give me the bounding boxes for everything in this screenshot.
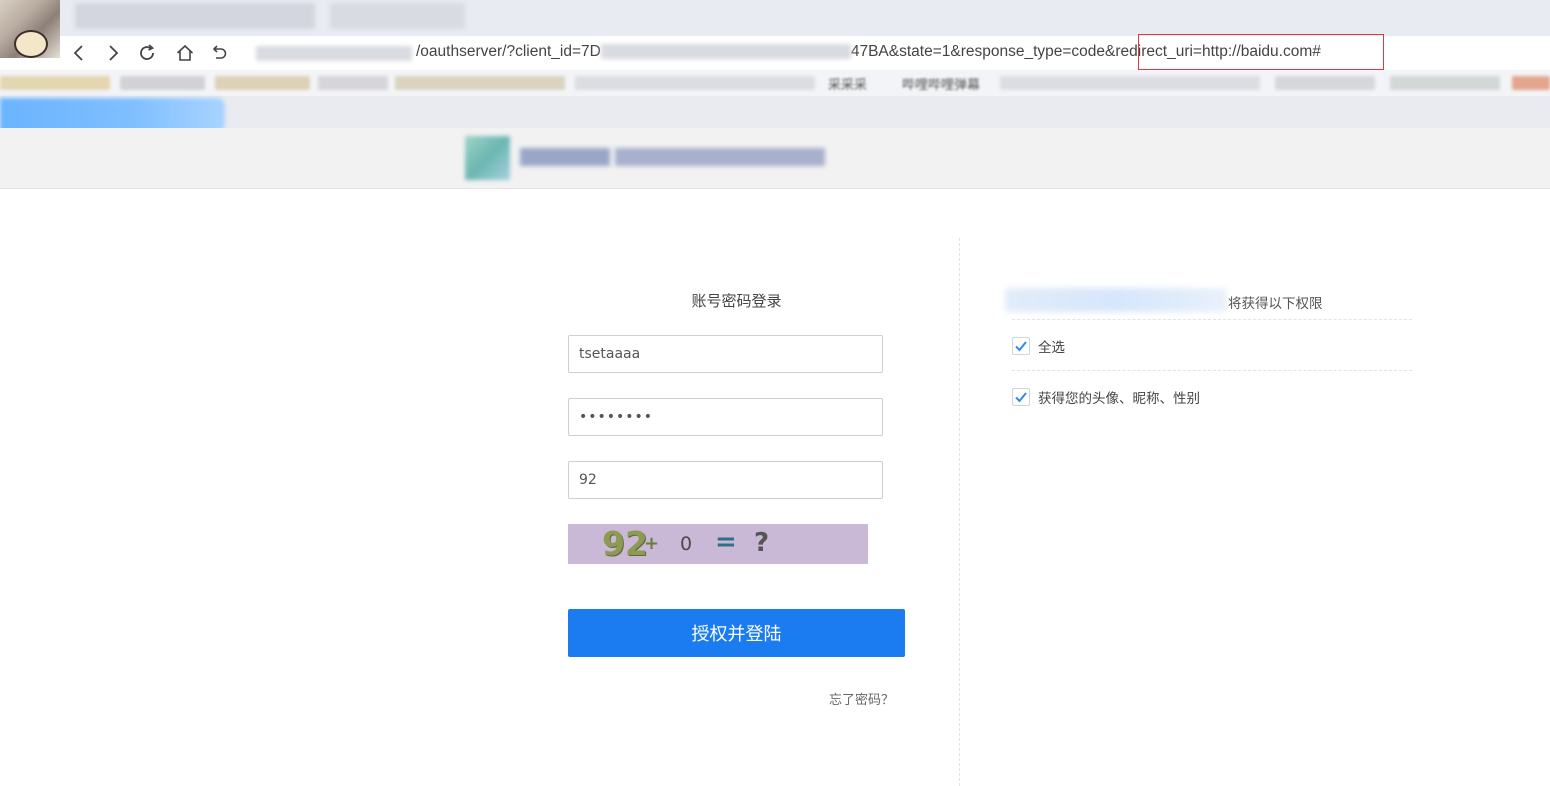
captcha-input[interactable] [568,461,883,499]
authorize-login-button[interactable]: 授权并登陆 [568,609,905,657]
url-host-blurred [256,46,412,61]
captcha-eq: = [715,527,737,557]
url-client-id-blurred [600,44,851,60]
bookmark-blurred[interactable] [395,76,565,90]
page-tab-row [0,96,1550,128]
forgot-password-link[interactable]: 忘了密码？ [829,689,894,708]
checkbox-profile[interactable] [1012,388,1030,406]
bookmark-blurred[interactable] [1512,76,1550,90]
permissions-divider [1012,370,1412,371]
permission-item-profile[interactable]: 获得您的头像、昵称、性别 [1012,387,1200,407]
bookmark-blurred[interactable] [1390,76,1500,90]
column-divider [959,238,960,786]
home-icon [176,44,194,61]
site-logo [465,136,510,180]
redirect-uri-highlight-box [1138,34,1384,70]
browser-tab-blurred[interactable] [75,3,315,29]
bookmark-blurred[interactable] [575,76,815,90]
chevron-right-icon [109,45,119,61]
permission-label: 全选 [1038,340,1065,356]
password-input[interactable] [568,398,883,436]
captcha-op: + [644,533,660,554]
permissions-divider [1012,319,1412,320]
checkbox-select-all[interactable] [1012,337,1030,355]
undo-icon [212,45,227,59]
captcha-question: ? [754,528,770,558]
home-button[interactable] [172,40,198,66]
bookmark-blurred[interactable] [1000,76,1260,90]
bookmark-blurred[interactable] [215,76,310,90]
checkmark-icon [1015,341,1027,352]
bookmarks-bar: 采采采 哔哩哔哩弹幕 [0,70,1550,96]
back-button[interactable] [66,40,92,66]
site-header [0,128,1550,189]
bookmark-blurred[interactable] [0,76,110,90]
bookmark-item[interactable]: 哔哩哔哩弹幕 [902,74,980,93]
permission-label: 获得您的头像、昵称、性别 [1038,391,1200,407]
url-suffix: 47BA&state=1&response_type=code& [850,43,1116,60]
bookmark-item[interactable]: 采采采 [828,74,867,93]
active-page-tab[interactable] [0,98,225,132]
reload-icon [140,44,155,60]
bookmark-blurred[interactable] [120,76,205,90]
checkmark-icon [1015,392,1027,403]
captcha-image[interactable]: 92 + 0 = ? [568,524,868,564]
undo-close-button[interactable] [206,40,232,66]
bookmark-blurred[interactable] [318,76,388,90]
browser-tab-strip [0,0,1550,36]
captcha-num-b: 0 [680,533,693,555]
url-prefix: /oauthserver/?client_id=7D [416,43,601,60]
chevron-left-icon [73,45,83,61]
bookmark-blurred[interactable] [1275,76,1375,90]
user-avatar[interactable] [0,0,60,58]
username-input[interactable] [568,335,883,373]
site-title-blurred [520,148,610,166]
reload-button[interactable] [134,40,160,66]
browser-tab-blurred[interactable] [330,3,465,29]
permissions-title: 将获得以下权限 [1228,296,1323,312]
login-title: 账号密码登录 [691,292,782,310]
forward-button[interactable] [100,40,126,66]
captcha-num-a: 92 [602,524,648,563]
permission-select-all[interactable]: 全选 [1012,336,1065,356]
site-title-blurred [615,148,825,166]
app-name-blurred [1005,288,1227,312]
